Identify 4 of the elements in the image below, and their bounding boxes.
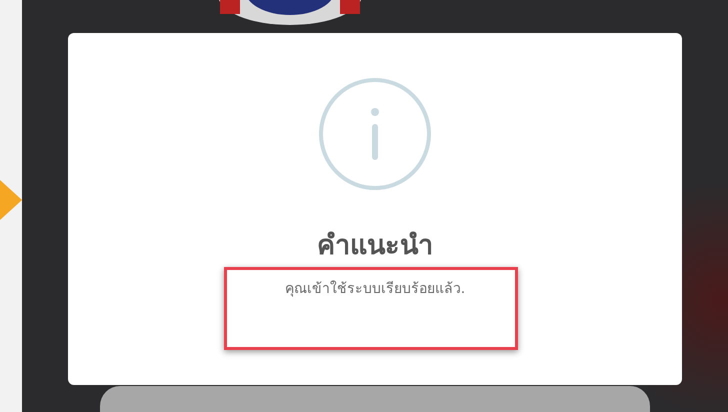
dialog-message: คุณเข้าใช้ระบบเรียบร้อยแล้ว. xyxy=(284,280,466,300)
info-icon xyxy=(319,78,431,190)
dialog-title: คำแนะนำ xyxy=(317,230,433,262)
arrow-icon xyxy=(0,180,22,220)
